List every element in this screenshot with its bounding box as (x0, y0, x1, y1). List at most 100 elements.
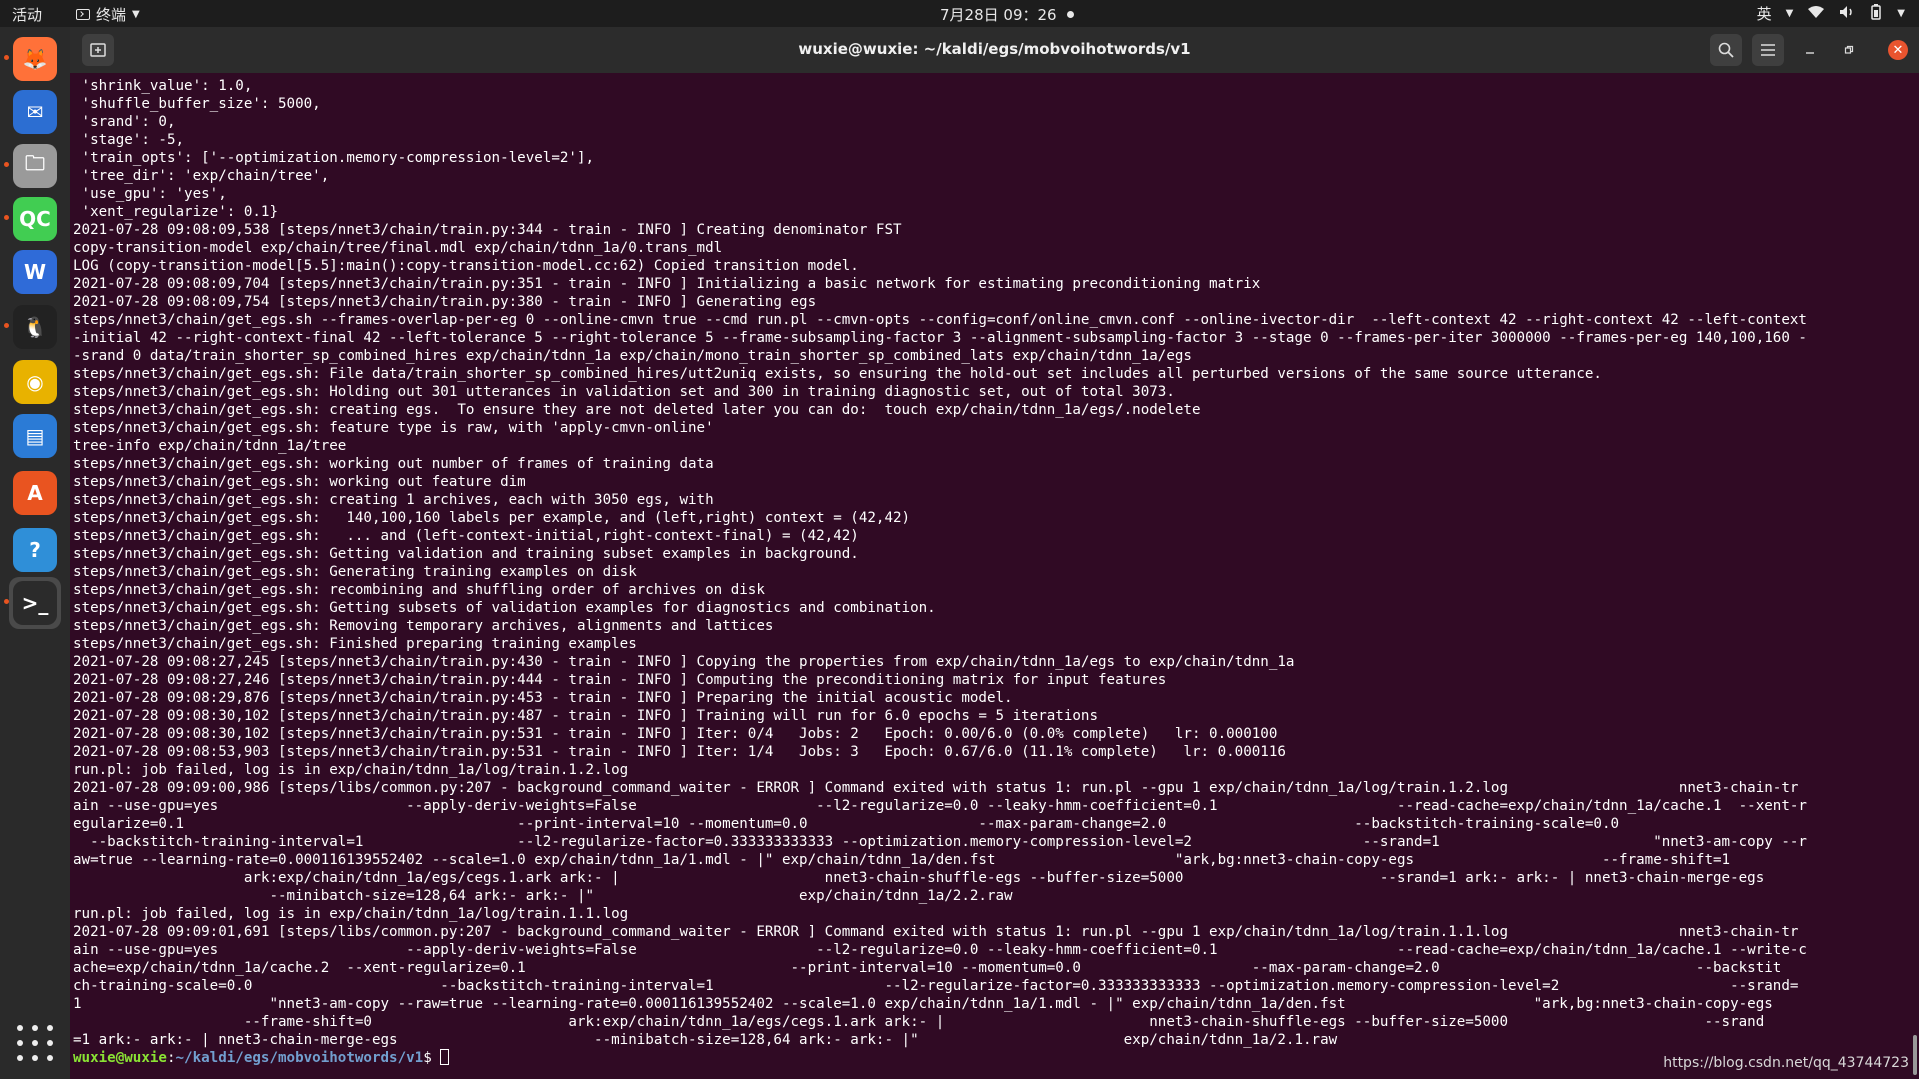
terminal-line: 'srand': 0, (73, 114, 176, 130)
close-button[interactable]: ✕ (1888, 40, 1908, 60)
input-method-indicator[interactable]: 英 (1757, 3, 1772, 24)
caret-down-icon: ▼ (132, 9, 140, 20)
terminal-line: steps/nnet3/chain/get_egs.sh: Getting va… (73, 546, 859, 562)
dock-item-writer[interactable]: ▤ (9, 410, 61, 462)
dock-item-rhythmbox[interactable]: ◉ (9, 356, 61, 408)
battery-icon (1869, 3, 1883, 24)
running-indicator (4, 162, 9, 167)
system-tray[interactable]: 英 ▼ ▼ (1757, 3, 1905, 24)
terminal-line: ark:exp/chain/tdnn_1a/egs/cegs.1.ark ark… (73, 870, 1765, 886)
terminal-line: steps/nnet3/chain/get_egs.sh: File data/… (73, 366, 1602, 382)
dock-item-thunderbird[interactable]: ✉ (9, 86, 61, 138)
menu-button[interactable] (1752, 34, 1784, 66)
terminal-line: 2021-07-28 09:08:27,246 [steps/nnet3/cha… (73, 672, 1167, 688)
terminal-line: 'shuffle_buffer_size': 5000, (73, 96, 321, 112)
terminal-line: -initial 42 --right-context-final 42 --l… (73, 330, 1807, 346)
terminal-scrollbar[interactable] (1911, 73, 1917, 1079)
wps-icon: W (13, 250, 57, 294)
close-icon: ✕ (1892, 42, 1904, 58)
terminal-line: steps/nnet3/chain/get_egs.sh: recombinin… (73, 582, 765, 598)
scrollbar-thumb[interactable] (1913, 1035, 1917, 1075)
thunderbird-icon: ✉ (13, 90, 57, 134)
terminal-line: =1 ark:- ark:- | nnet3-chain-merge-egs -… (73, 1032, 1338, 1048)
terminal-line: steps/nnet3/chain/get_egs.sh: Generating… (73, 564, 637, 580)
app-menu[interactable]: 终端 ▼ (76, 4, 140, 25)
terminal-line: ain --use-gpu=yes --apply-deriv-weights=… (73, 942, 1807, 958)
prompt-path: ~/kaldi/egs/mobvoihotwords/v1 (175, 1050, 424, 1066)
terminal-line: LOG (copy-transition-model[5.5]:main():c… (73, 258, 859, 274)
firefox-icon: 🦊 (13, 37, 57, 81)
running-indicator (4, 215, 9, 220)
restore-button[interactable] (1833, 34, 1865, 66)
window-header: wuxie@wuxie: ~/kaldi/egs/mobvoihotwords/… (70, 27, 1919, 73)
terminal-line: 2021-07-28 09:08:30,102 [steps/nnet3/cha… (73, 708, 1098, 724)
terminal-output: 'shrink_value': 1.0, 'shuffle_buffer_siz… (73, 77, 1911, 1067)
caret-down-icon: ▼ (1897, 8, 1905, 19)
dock-item-wps[interactable]: W (9, 246, 61, 298)
terminal-line: steps/nnet3/chain/get_egs.sh: Holding ou… (73, 384, 1175, 400)
qtcreator-icon: QC (13, 197, 57, 241)
window-title: wuxie@wuxie: ~/kaldi/egs/mobvoihotwords/… (798, 40, 1191, 58)
search-button[interactable] (1710, 34, 1742, 66)
search-icon (1718, 42, 1734, 58)
terminal-line: tree-info exp/chain/tdnn_1a/tree (73, 438, 347, 454)
hamburger-icon (1761, 44, 1775, 56)
dock-item-software-center[interactable]: A (9, 467, 61, 519)
terminal-line: -srand 0 data/train_shorter_sp_combined_… (73, 348, 1192, 364)
caret-down-icon: ▼ (1785, 8, 1794, 19)
volume-icon (1839, 5, 1855, 23)
terminal-line: 'use_gpu': 'yes', (73, 186, 227, 202)
terminal-line: run.pl: job failed, log is in exp/chain/… (73, 762, 629, 778)
terminal-line: 2021-07-28 09:09:01,691 [steps/libs/comm… (73, 924, 1799, 940)
terminal-line: steps/nnet3/chain/get_egs.sh: Finished p… (73, 636, 637, 652)
help-icon: ? (13, 528, 57, 572)
text-cursor (440, 1049, 450, 1065)
terminal-line: steps/nnet3/chain/get_egs.sh: feature ty… (73, 420, 714, 436)
dock-item-firefox[interactable]: 🦊 (4, 33, 61, 85)
terminal-line: 'stage': -5, (73, 132, 185, 148)
minimize-icon (1806, 52, 1814, 54)
terminal-app-icon (76, 9, 90, 20)
terminal-line: --backstitch-training-interval=1 --l2-re… (73, 834, 1807, 850)
terminal-line: copy-transition-model exp/chain/tree/fin… (73, 240, 723, 256)
terminal-line: --frame-shift=0 ark:exp/chain/tdnn_1a/eg… (73, 1014, 1765, 1030)
terminal-icon: >_ (13, 581, 57, 625)
activities-button[interactable]: 活动 (12, 4, 42, 25)
running-indicator (4, 55, 9, 60)
terminal-line: 'xent_regularize': 0.1} (73, 204, 278, 220)
dock-item-qq[interactable]: 🐧 (4, 301, 61, 353)
terminal-line: 2021-07-28 09:08:27,245 [steps/nnet3/cha… (73, 654, 1295, 670)
terminal-line: ache=exp/chain/tdnn_1a/cache.2 --xent-re… (73, 960, 1782, 976)
rhythmbox-icon: ◉ (13, 360, 57, 404)
terminal-line: steps/nnet3/chain/get_egs.sh: working ou… (73, 474, 526, 490)
terminal-line: steps/nnet3/chain/get_egs.sh --frames-ov… (73, 312, 1807, 328)
terminal-line: 2021-07-28 09:08:53,903 [steps/nnet3/cha… (73, 744, 1286, 760)
dock-item-help[interactable]: ? (9, 524, 61, 576)
dock-item-files[interactable]: 🗀 (4, 140, 61, 192)
writer-icon: ▤ (13, 414, 57, 458)
running-indicator (4, 323, 9, 328)
files-icon: 🗀 (13, 144, 57, 188)
minimize-button[interactable] (1794, 34, 1826, 66)
restore-icon (1844, 45, 1854, 54)
software-center-icon: A (13, 471, 57, 515)
terminal-line: 2021-07-28 09:08:09,704 [steps/nnet3/cha… (73, 276, 1261, 292)
terminal-line: steps/nnet3/chain/get_egs.sh: ... and (l… (73, 528, 859, 544)
terminal-line: run.pl: job failed, log is in exp/chain/… (73, 906, 629, 922)
top-bar: 活动 终端 ▼ 7月28日 09：26 英 ▼ ▼ (0, 0, 1919, 27)
prompt-line[interactable]: wuxie@wuxie:~/kaldi/egs/mobvoihotwords/v… (73, 1049, 1911, 1067)
show-applications-icon[interactable] (17, 1025, 53, 1061)
clock[interactable]: 7月28日 09：26 (940, 4, 1074, 25)
dock-item-qtcreator[interactable]: QC (4, 193, 61, 245)
terminal-line: steps/nnet3/chain/get_egs.sh: creating 1… (73, 492, 714, 508)
watermark: https://blog.csdn.net/qq_43744723 (1663, 1055, 1909, 1071)
terminal-line: steps/nnet3/chain/get_egs.sh: creating e… (73, 402, 1201, 418)
dock-item-terminal[interactable]: >_ (4, 577, 61, 629)
terminal-line: 2021-07-28 09:08:30,102 [steps/nnet3/cha… (73, 726, 1278, 742)
terminal-line: --minibatch-size=128,64 ark:- ark:- |" e… (73, 888, 1013, 904)
prompt-separator: : (166, 1050, 176, 1066)
terminal-line: 2021-07-28 09:08:29,876 [steps/nnet3/cha… (73, 690, 1013, 706)
running-indicator (4, 599, 9, 604)
wifi-icon (1807, 5, 1825, 23)
terminal-view[interactable]: 'shrink_value': 1.0, 'shuffle_buffer_siz… (70, 73, 1919, 1079)
